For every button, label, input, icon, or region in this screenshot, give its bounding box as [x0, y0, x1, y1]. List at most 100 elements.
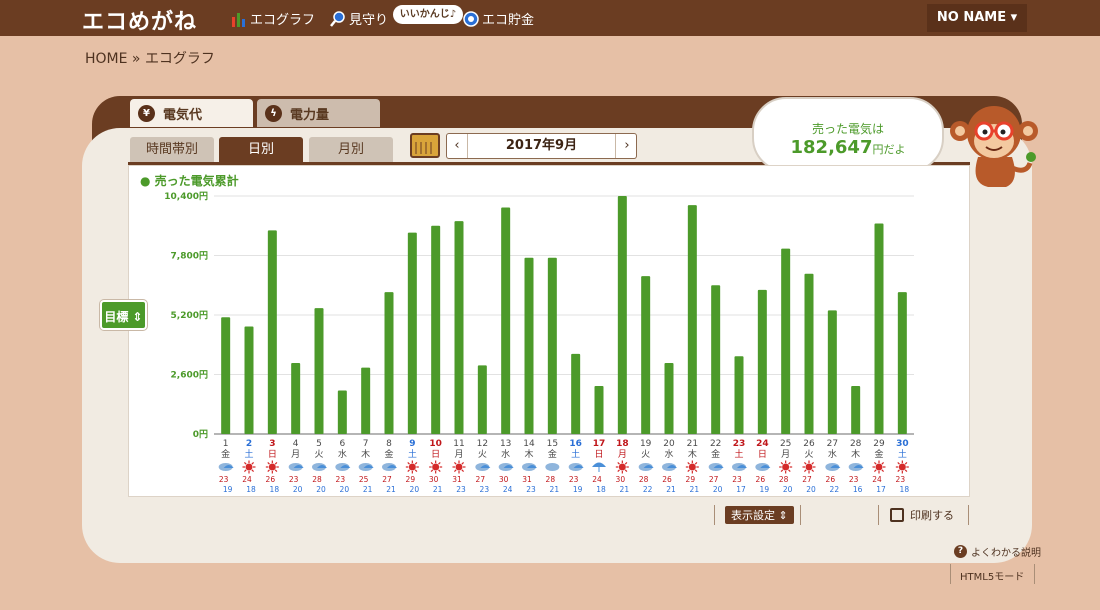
next-month-button[interactable]: › [617, 134, 637, 158]
x-tick-label: 26 [803, 439, 815, 449]
divider [1034, 564, 1035, 584]
divider [800, 505, 801, 525]
tab-by-day[interactable]: 日別 [219, 137, 303, 162]
sun-ray [803, 469, 807, 473]
nav-watch-label: 見守り [349, 13, 389, 28]
low-temp-label: 21 [386, 485, 396, 494]
low-temp-label: 18 [270, 485, 280, 494]
high-temp-label: 23 [289, 475, 299, 484]
sun-ray [687, 461, 690, 465]
weekday-label: 火 [478, 449, 487, 460]
y-tick-label: 0円 [193, 429, 208, 440]
weekday-label: 金 [221, 448, 230, 460]
low-temp-label: 20 [410, 485, 420, 494]
weekday-label: 水 [664, 448, 673, 460]
divider [968, 505, 969, 525]
sun-weather-icon [805, 463, 813, 471]
nav-eco-savings-label: エコ貯金 [482, 13, 535, 28]
high-temp-label: 24 [592, 475, 602, 484]
nav-eco-graph[interactable]: エコグラフ [231, 9, 315, 28]
sun-ray [624, 469, 628, 473]
current-month-label: 2017年9月 [467, 134, 616, 158]
bar [664, 363, 674, 434]
nav-watch[interactable]: 見守り [330, 9, 388, 28]
low-temp-label: 19 [223, 485, 233, 494]
low-temp-label: 21 [550, 485, 560, 494]
sun-ray [881, 469, 885, 473]
weekday-label: 火 [314, 449, 323, 460]
high-temp-label: 24 [872, 475, 882, 484]
display-settings-button[interactable]: 表示設定 ⇕ [725, 506, 794, 524]
bubble-amount-line: 182,647円だよ [754, 137, 942, 158]
prev-month-button[interactable]: ‹ [447, 134, 467, 158]
bar [547, 257, 557, 434]
tab-by-month[interactable]: 月別 [309, 137, 393, 162]
low-temp-label: 20 [783, 485, 793, 494]
bubble-amount: 182,647 [790, 137, 873, 158]
tab-electricity-amount[interactable]: ϟ 電力量 [257, 99, 380, 127]
nav-eco-savings[interactable]: エコ貯金 [463, 9, 534, 28]
sun-weather-icon [898, 463, 906, 471]
sun-weather-icon [782, 463, 790, 471]
weekday-label: 月 [454, 449, 463, 460]
x-tick-label: 20 [663, 439, 675, 449]
low-temp-label: 23 [456, 485, 466, 494]
weekday-label: 土 [571, 448, 580, 460]
user-menu-button[interactable]: NO NAME ▾ [927, 4, 1027, 32]
sun-ray [251, 461, 255, 465]
high-temp-label: 30 [429, 475, 439, 484]
high-temp-label: 27 [476, 475, 486, 484]
x-tick-label: 29 [873, 439, 885, 449]
tab-electricity-cost[interactable]: ¥ 電気代 [130, 99, 253, 127]
weekday-label: 土 [734, 448, 743, 460]
calendar-icon[interactable] [410, 133, 440, 158]
x-tick-label: 23 [733, 439, 746, 449]
sun-ray [788, 469, 791, 473]
help-link[interactable]: ? よくわかる説明 [954, 544, 1041, 559]
low-temp-label: 20 [316, 485, 326, 494]
sun-ray [461, 469, 465, 473]
x-tick-label: 7 [363, 439, 369, 449]
sun-ray [694, 461, 698, 465]
low-temp-label: 21 [690, 485, 700, 494]
sun-ray [267, 461, 270, 465]
x-tick-label: 9 [409, 439, 415, 449]
tab-by-hour[interactable]: 時間帯別 [130, 137, 214, 162]
low-temp-label: 19 [760, 485, 770, 494]
bar [524, 257, 534, 434]
weekday-label: 木 [851, 448, 860, 460]
html5-mode-link[interactable]: HTML5モード [960, 568, 1024, 583]
print-button[interactable]: 印刷する [890, 507, 954, 523]
weekday-label: 土 [244, 448, 253, 460]
app-logo[interactable]: エコめがね [82, 4, 197, 36]
print-label: 印刷する [910, 509, 954, 522]
sun-ray [453, 469, 457, 473]
weekday-label: 水 [338, 448, 347, 460]
goal-button[interactable]: 目標 ⇕ [100, 300, 147, 330]
sun-ray [407, 469, 410, 473]
high-temp-label: 29 [686, 475, 696, 484]
high-temp-label: 26 [826, 475, 836, 484]
bar [617, 196, 627, 434]
sun-ray [617, 461, 620, 465]
low-temp-label: 24 [503, 485, 513, 494]
high-temp-label: 23 [732, 475, 742, 484]
bar [711, 285, 721, 434]
sun-ray [873, 469, 877, 473]
bar [687, 205, 697, 434]
sun-weather-icon [688, 463, 696, 471]
nav-eco-graph-label: エコグラフ [250, 13, 316, 28]
bar-chart: 0円2,600円5,200円7,800円10,400円1金23192土24183… [164, 191, 914, 494]
bar [734, 356, 744, 434]
high-temp-label: 29 [406, 475, 416, 484]
sun-weather-icon [432, 463, 440, 471]
sun-ray [780, 469, 784, 473]
question-icon: ? [954, 545, 967, 558]
piggy-coin-icon [463, 10, 479, 27]
low-temp-label: 19 [573, 485, 583, 494]
bar [267, 230, 277, 434]
bar [827, 310, 837, 434]
high-temp-label: 23 [849, 475, 859, 484]
bar [291, 363, 301, 434]
sun-ray [780, 461, 784, 465]
